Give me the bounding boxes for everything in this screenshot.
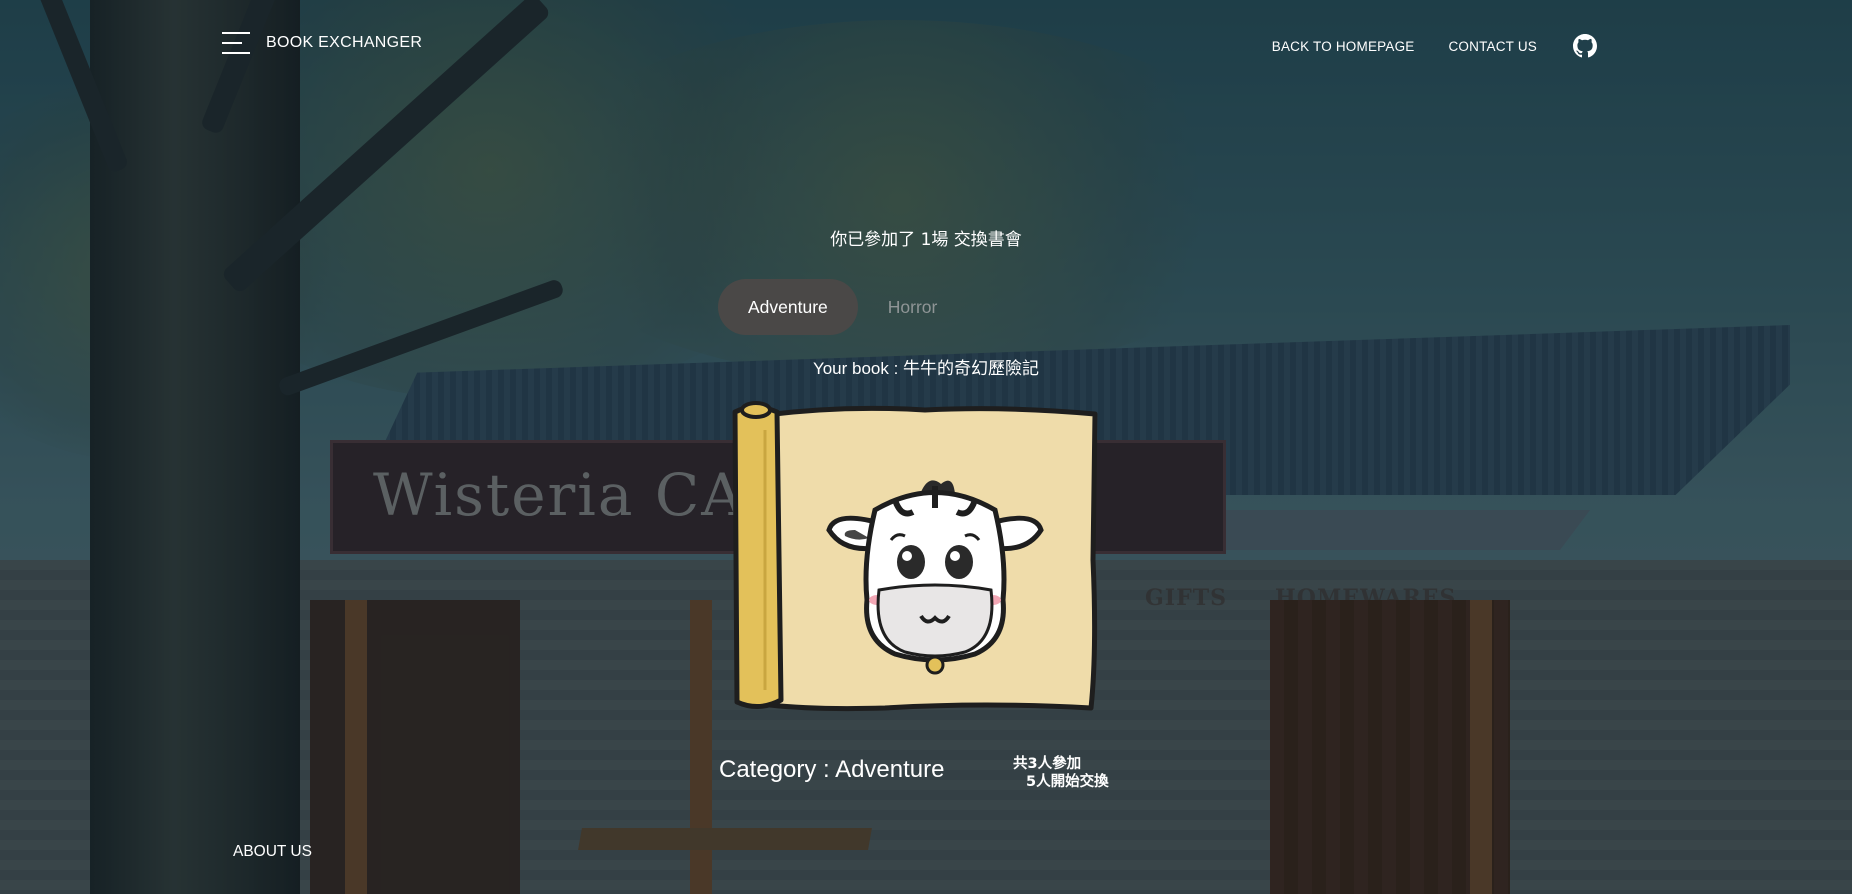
brand-link[interactable]: BOOK EXCHANGER xyxy=(266,34,422,52)
exchange-start-line: 5人開始交換 xyxy=(1026,774,1109,790)
contact-us-link[interactable]: CONTACT US xyxy=(1448,39,1537,54)
tab-horror[interactable]: Horror xyxy=(858,279,968,335)
your-book-title: Your book : 牛牛的奇幻歷險記 xyxy=(812,359,1040,378)
navbar-right: BACK TO HOMEPAGE CONTACT US xyxy=(1272,34,1597,58)
about-us-link[interactable]: ABOUT US xyxy=(233,843,312,861)
participants-line: 共3人參加 xyxy=(1013,756,1082,772)
hamburger-menu-icon[interactable] xyxy=(222,32,250,54)
book-cover-image xyxy=(732,401,1098,712)
tab-adventure[interactable]: Adventure xyxy=(718,279,858,335)
back-to-homepage-link[interactable]: BACK TO HOMEPAGE xyxy=(1272,39,1415,54)
category-label: Category : Adventure xyxy=(719,756,945,783)
navbar-left: BOOK EXCHANGER xyxy=(222,32,422,54)
joined-count-text: 你已參加了 1場 交換書會 xyxy=(830,230,1022,250)
github-icon[interactable] xyxy=(1573,34,1597,58)
exchange-stats: 共3人參加 5人開始交換 xyxy=(1013,755,1109,791)
category-tabs: Adventure Horror xyxy=(718,279,967,335)
